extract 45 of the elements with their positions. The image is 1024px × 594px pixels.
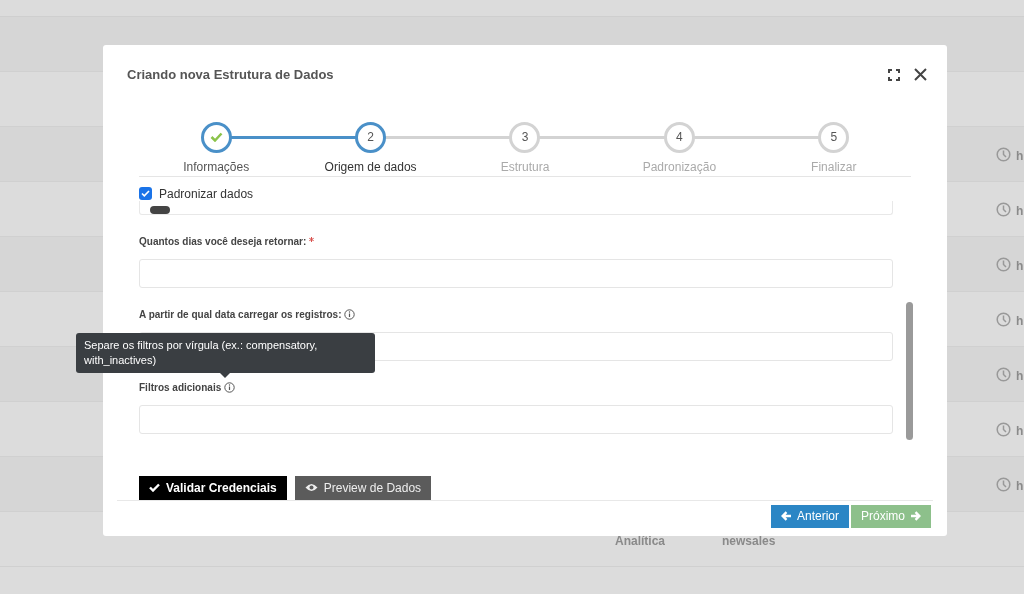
step-label: Informações — [183, 158, 250, 176]
validate-button[interactable]: Validar Credenciais — [139, 475, 287, 500]
preview-button[interactable]: Preview de Dados — [294, 475, 432, 500]
info-icon[interactable] — [344, 309, 356, 320]
field-label: Quantos dias você deseja retornar: — [139, 235, 307, 249]
input-field[interactable] — [139, 200, 893, 215]
previous-button[interactable]: Anterior — [770, 504, 849, 528]
table-cell-text: h — [1016, 368, 1024, 385]
checkbox[interactable] — [139, 187, 152, 200]
table-cell-text: h — [1016, 478, 1024, 495]
clock-icon — [996, 367, 1011, 382]
fullscreen-icon[interactable] — [888, 68, 900, 81]
tooltip-arrow-icon — [220, 373, 230, 378]
scrollbar[interactable] — [906, 301, 913, 440]
switch-edge — [150, 205, 170, 214]
close-icon[interactable] — [914, 68, 927, 82]
step-label: Finalizar — [811, 158, 857, 176]
clock-icon — [996, 422, 1011, 437]
clock-icon — [996, 147, 1011, 162]
checkbox-label: Padronizar dados — [159, 185, 254, 203]
table-cell-text: h — [1016, 313, 1024, 330]
table-cell-text: h — [1016, 423, 1024, 440]
table-cell-text: h — [1016, 258, 1024, 275]
step-label: Origem de dados — [324, 158, 417, 176]
tooltip: Separe os filtros por vírgula (ex.: compensatory, with_inactives) — [76, 333, 375, 373]
clock-icon — [996, 202, 1011, 217]
table-cell-text: h — [1016, 148, 1024, 165]
check-icon — [149, 483, 160, 492]
table-cell-text: newsales — [722, 533, 776, 550]
field-label: Filtros adicionais — [139, 381, 222, 395]
input-field[interactable] — [139, 258, 893, 288]
input-field[interactable] — [139, 404, 893, 434]
step-label: Estrutura — [500, 158, 550, 176]
eye-icon — [304, 483, 318, 492]
modal-title: Criando nova Estrutura de Dados — [127, 66, 334, 84]
clock-icon — [996, 257, 1011, 272]
step-label: Padronização — [642, 158, 717, 176]
clock-icon — [996, 477, 1011, 492]
table-cell-text: Analítica — [615, 533, 665, 550]
arrow-right-icon — [910, 511, 921, 521]
arrow-left-icon — [780, 511, 792, 521]
field-label: A partir de qual data carregar os registros: — [139, 308, 342, 322]
info-icon[interactable] — [224, 382, 236, 393]
table-cell-text: h — [1016, 203, 1024, 220]
clock-icon — [996, 312, 1011, 327]
